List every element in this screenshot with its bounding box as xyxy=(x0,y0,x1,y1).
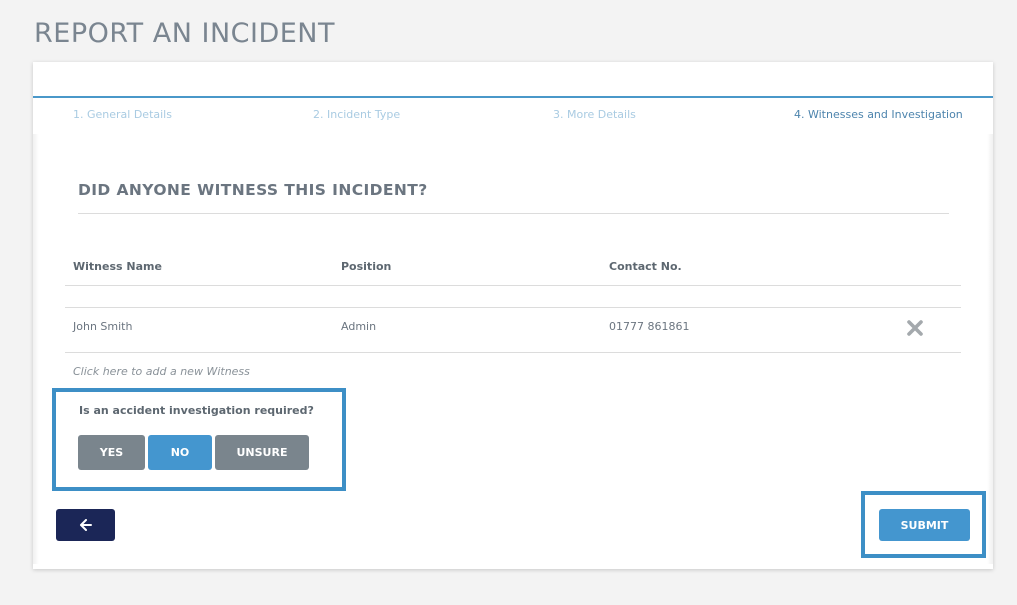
column-header-position: Position xyxy=(341,260,392,273)
table-header-divider xyxy=(65,285,961,286)
table-bottom-divider xyxy=(65,352,961,353)
step-more-details[interactable]: 3. More Details xyxy=(553,108,636,121)
submit-button[interactable]: SUBMIT xyxy=(879,509,970,541)
wizard-steps: 1. General Details 2. Incident Type 3. M… xyxy=(33,108,993,124)
witness-position-cell: Admin xyxy=(341,320,377,333)
panel-shadow-right xyxy=(987,134,993,564)
option-yes-button[interactable]: YES xyxy=(78,435,145,470)
column-header-witness-name: Witness Name xyxy=(73,260,162,273)
step-general-details[interactable]: 1. General Details xyxy=(73,108,172,121)
close-x-icon[interactable] xyxy=(905,318,925,338)
add-witness-link[interactable]: Click here to add a new Witness xyxy=(73,365,250,378)
column-header-contact: Contact No. xyxy=(609,260,682,273)
step-incident-type[interactable]: 2. Incident Type xyxy=(313,108,400,121)
step-witnesses-investigation[interactable]: 4. Witnesses and Investigation xyxy=(794,108,963,121)
panel-shadow-left xyxy=(33,134,39,564)
witness-section-title: DID ANYONE WITNESS THIS INCIDENT? xyxy=(78,181,428,199)
option-unsure-button[interactable]: UNSURE xyxy=(215,435,309,470)
progress-line xyxy=(33,96,993,98)
back-button[interactable] xyxy=(56,509,115,541)
option-no-button[interactable]: NO xyxy=(148,435,212,470)
section-divider xyxy=(78,213,949,214)
wizard-card: 1. General Details 2. Incident Type 3. M… xyxy=(33,62,993,569)
witness-name-cell: John Smith xyxy=(73,320,133,333)
investigation-question: Is an accident investigation required? xyxy=(79,404,314,417)
page-title: REPORT AN INCIDENT xyxy=(34,18,335,49)
arrow-left-icon xyxy=(56,519,115,531)
witness-contact-cell: 01777 861861 xyxy=(609,320,690,333)
table-row-divider xyxy=(65,307,961,308)
